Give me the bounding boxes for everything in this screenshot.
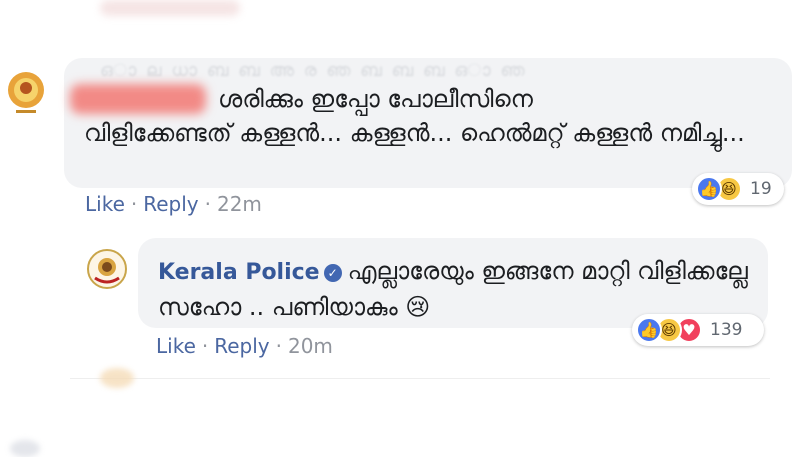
previous-comment-fade [100, 0, 240, 16]
comment-actions: Like · Reply · 22m [85, 192, 262, 216]
like-icon: 👍 [696, 176, 722, 202]
author-name[interactable]: Kerala Police [158, 260, 320, 285]
separator: · [204, 192, 211, 216]
verified-badge-icon: ✓ [323, 264, 342, 282]
like-icon: 👍 [636, 317, 662, 343]
comment-line-rest: വിളിക്കേണ്ടത് കള്ളൻ... കള്ളൻ... ഹെൽമറ്റ്… [84, 119, 745, 147]
sad-emoji-icon: 😢 [405, 293, 431, 321]
next-comment-fade [100, 368, 134, 388]
like-link[interactable]: Like [85, 192, 125, 216]
police-emblem-icon [87, 249, 127, 289]
like-link[interactable]: Like [156, 334, 196, 358]
reply-link[interactable]: Reply [214, 334, 269, 358]
next-comment-fade [10, 440, 40, 457]
separator: · [201, 334, 209, 358]
overlapping-blurred-text: ഒാ ല ധാ ബ ബ അ ര ഞ ബ ബ ബ ഒാ ഞ [100, 60, 527, 76]
divider [70, 378, 770, 379]
reply-actions: Like · Reply · 20m [156, 334, 333, 358]
reply-link[interactable]: Reply [143, 192, 198, 216]
separator: · [130, 192, 138, 216]
reaction-summary[interactable]: 👍 😆 ♥ 139 [632, 314, 764, 346]
separator: · [275, 334, 282, 358]
kerala-police-avatar[interactable] [86, 248, 128, 290]
ayyappa-avatar-icon [8, 72, 44, 113]
comment-bubble: ശരിക്കും ഇപ്പോ പോലീസിനെ വിളിക്കേണ്ടത് കള… [64, 58, 792, 188]
reaction-summary[interactable]: 👍 😆 19 [692, 173, 784, 205]
timestamp[interactable]: 22m [217, 192, 262, 216]
reaction-count: 139 [710, 320, 743, 340]
comment-line1: ശരിക്കും ഇപ്പോ പോലീസിനെ [218, 85, 533, 113]
redacted-author-name[interactable] [70, 84, 206, 114]
commenter-avatar[interactable] [4, 70, 48, 120]
timestamp[interactable]: 20m [288, 334, 333, 358]
reaction-count: 19 [750, 179, 772, 199]
